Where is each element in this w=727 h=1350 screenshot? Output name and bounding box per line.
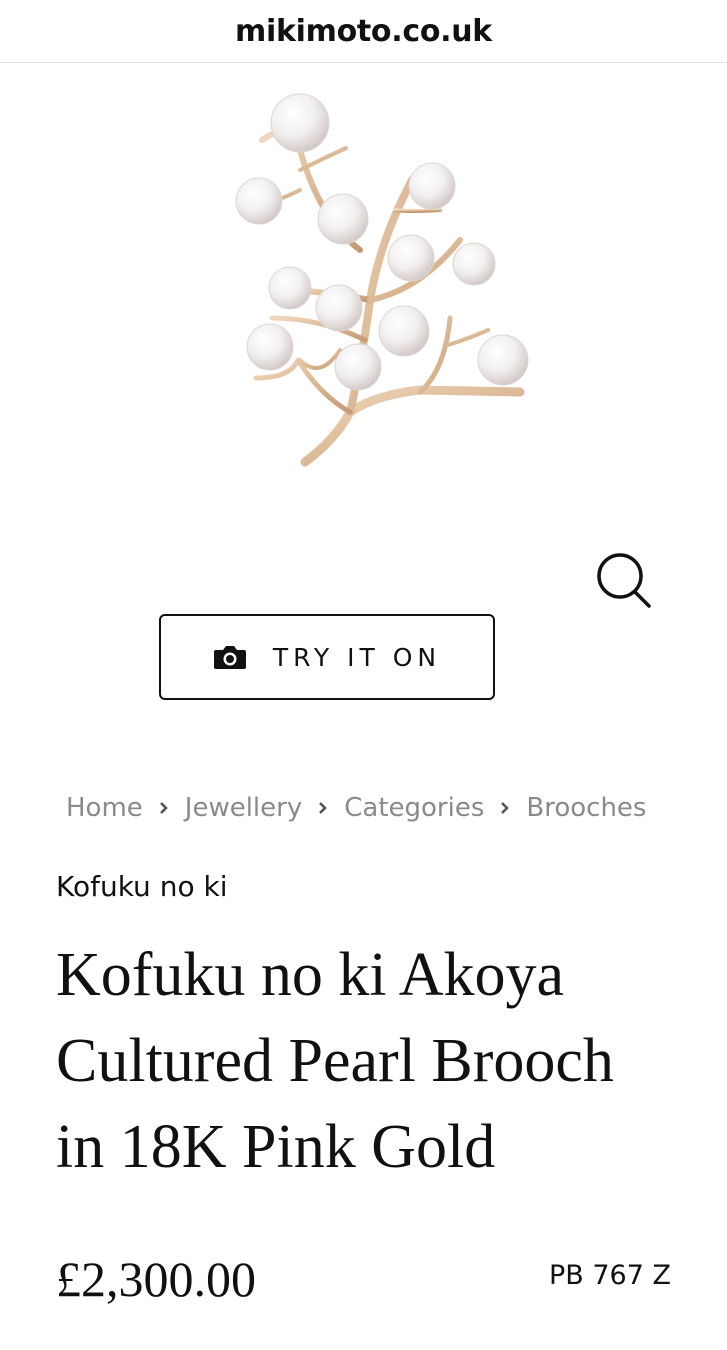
breadcrumb-brooches[interactable]: Brooches <box>526 793 646 823</box>
product-title: Kofuku no ki Akoya Cultured Pearl Brooch… <box>56 941 614 1181</box>
try-it-on-button[interactable]: TRY IT ON <box>159 614 495 700</box>
chevron-right-icon <box>318 801 328 815</box>
url-text: mikimoto.co.uk <box>235 13 492 49</box>
product-price: £2,300.00 <box>56 1251 256 1307</box>
breadcrumb-home[interactable]: Home <box>66 793 143 823</box>
breadcrumb-categories[interactable]: Categories <box>344 793 484 823</box>
camera-icon <box>213 646 246 669</box>
breadcrumb-jewellery[interactable]: Jewellery <box>185 793 302 823</box>
zoom-button[interactable] <box>592 548 656 612</box>
chevron-right-icon <box>500 801 510 815</box>
product-sku: PB 767 Z <box>548 1260 671 1291</box>
browser-address-bar[interactable]: mikimoto.co.uk <box>0 0 727 63</box>
product-image[interactable] <box>200 80 560 480</box>
breadcrumb: Home Jewellery Categories Brooches <box>66 788 646 828</box>
chevron-right-icon <box>159 801 169 815</box>
try-it-on-label: TRY IT ON <box>272 642 442 672</box>
search-icon <box>597 553 651 608</box>
collection-link[interactable]: Kofuku no ki <box>56 870 227 903</box>
